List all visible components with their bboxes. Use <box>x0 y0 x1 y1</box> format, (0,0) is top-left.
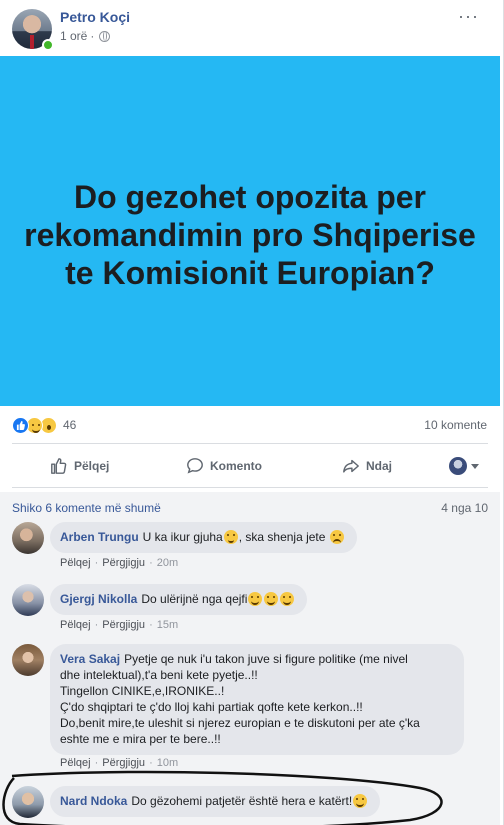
caret-down-icon <box>471 463 479 469</box>
separator: · <box>149 557 153 569</box>
image-text-line: Do gezohet opozita per <box>74 179 426 215</box>
post-actions: Pëlqej Komento Ndaj <box>12 448 488 484</box>
post-meta: 1 orë · <box>60 29 111 43</box>
comment-bubble: Gjergj Nikolla Do ulërijnë nga qejfi <box>50 584 308 615</box>
comment-reply-link[interactable]: Përgjigju <box>102 757 145 769</box>
thumbs-up-icon <box>51 458 67 474</box>
post-image-text: Do gezohet opozita per rekomandimin pro … <box>20 178 480 292</box>
more-options-icon[interactable]: ··· <box>458 6 479 27</box>
post-image[interactable]: Do gezohet opozita per rekomandimin pro … <box>0 56 500 406</box>
share-icon <box>343 459 359 473</box>
comment-text-line: Pyetje qe nuk i'u takon juve si figure p… <box>124 652 408 666</box>
comment-icon <box>187 458 203 474</box>
commenter-avatar[interactable] <box>12 584 44 616</box>
view-more-comments-link[interactable]: Shiko 6 komente më shumë <box>12 501 161 515</box>
author-name[interactable]: Petro Koçi <box>60 9 130 25</box>
post-header: Petro Koçi 1 orë · ··· <box>0 0 504 56</box>
grin-emoji <box>280 592 295 606</box>
comment-text-line: Tingellon CINIKE,e,IRONIKE..! <box>60 684 225 698</box>
comment-author[interactable]: Arben Trungu <box>60 530 139 544</box>
smile-emoji <box>353 794 368 808</box>
divider <box>12 487 488 488</box>
online-status-dot <box>42 39 54 51</box>
image-text-line: te Komisionit Europian? <box>65 255 435 291</box>
separator: · <box>94 557 99 569</box>
comment-time[interactable]: 10m <box>157 757 178 769</box>
comments-pager: 4 nga 10 <box>441 501 488 515</box>
like-button[interactable]: Pëlqej <box>50 457 109 475</box>
sad-emoji <box>329 530 344 544</box>
comment-text: Do ulërijnë nga qejfi <box>141 592 248 606</box>
reaction-count: 46 <box>63 418 77 432</box>
share-button[interactable]: Ndaj <box>342 457 392 475</box>
comment-bubble: Vera Sakaj Pyetje qe nuk i'u takon juve s… <box>50 644 464 755</box>
comment-actions: Pëlqej · Përgjigju · 20m <box>60 557 178 569</box>
globe-icon <box>99 30 111 42</box>
thinking-emoji <box>223 530 238 544</box>
commenter-avatar[interactable] <box>12 644 44 676</box>
separator: · <box>149 757 153 769</box>
comment-text: U ka ikur gjuha <box>142 530 223 544</box>
comment-time[interactable]: 20m <box>157 557 178 569</box>
comment-text-line: Do,benit mire,te uleshit si njerez europ… <box>60 716 420 730</box>
commenter-avatar[interactable] <box>12 786 44 818</box>
comment-author[interactable]: Nard Ndoka <box>60 794 127 808</box>
comment-button[interactable]: Komento <box>186 457 262 475</box>
comment-author[interactable]: Gjergj Nikolla <box>60 592 137 606</box>
comment-bubble: Nard Ndoka Do gëzohemi patjetër është her… <box>50 786 381 817</box>
comment-text-line: eshte me e mira per te bere..!! <box>60 732 221 746</box>
commenter-avatar[interactable] <box>12 522 44 554</box>
comment-like-link[interactable]: Pëlqej <box>60 757 91 769</box>
comment-like-link[interactable]: Pëlqej <box>60 557 91 569</box>
comment-text: Do gëzohemi patjetër është hera e katërt… <box>131 794 353 808</box>
comment-actions: Pëlqej · Përgjigju · 15m <box>60 619 178 631</box>
post-time[interactable]: 1 orë <box>60 29 87 43</box>
comment-reply-link[interactable]: Përgjigju <box>102 619 145 631</box>
comment-text-line: Ç'do shqiptari te ç'do lloj kahi partiak… <box>60 700 363 714</box>
audience-selector[interactable] <box>449 457 479 475</box>
grin-emoji <box>264 592 279 606</box>
separator: · <box>149 619 153 631</box>
comment-button-label: Komento <box>210 459 262 473</box>
comment-reply-link[interactable]: Përgjigju <box>102 557 145 569</box>
divider <box>12 443 488 444</box>
image-text-line: rekomandimin pro Shqiperise <box>24 217 476 253</box>
comment-like-link[interactable]: Pëlqej <box>60 619 91 631</box>
like-button-label: Pëlqej <box>74 459 110 473</box>
meta-separator: · <box>90 29 95 43</box>
comments-section: Shiko 6 komente më shumë 4 nga 10 Arben … <box>0 492 500 825</box>
comment-author[interactable]: Vera Sakaj <box>60 652 120 666</box>
facebook-post: Petro Koçi 1 orë · ··· Do gezohet opozit… <box>0 0 504 825</box>
grin-emoji <box>248 592 263 606</box>
like-icon <box>12 416 29 434</box>
reactions-summary[interactable]: 46 <box>12 415 76 435</box>
comment-text-line: dhe intelektual),t'a beni kete pyetje..!… <box>60 668 258 682</box>
comment-time[interactable]: 15m <box>157 619 178 631</box>
comment-text: , ska shenja jete <box>238 530 326 544</box>
audience-avatar <box>449 457 467 475</box>
comment-actions: Pëlqej · Përgjigju · 10m <box>60 757 178 769</box>
comment-count[interactable]: 10 komente <box>424 418 487 432</box>
share-button-label: Ndaj <box>366 459 393 473</box>
comment-bubble: Arben Trungu U ka ikur gjuha , ska shenja … <box>50 522 357 553</box>
separator: · <box>94 619 99 631</box>
separator: · <box>94 757 99 769</box>
